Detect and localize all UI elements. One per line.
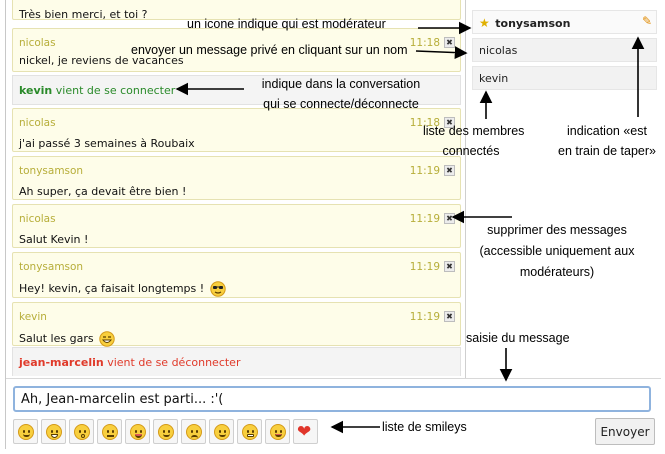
annotation-arrows (175, 21, 645, 434)
arrow-private (415, 46, 468, 59)
